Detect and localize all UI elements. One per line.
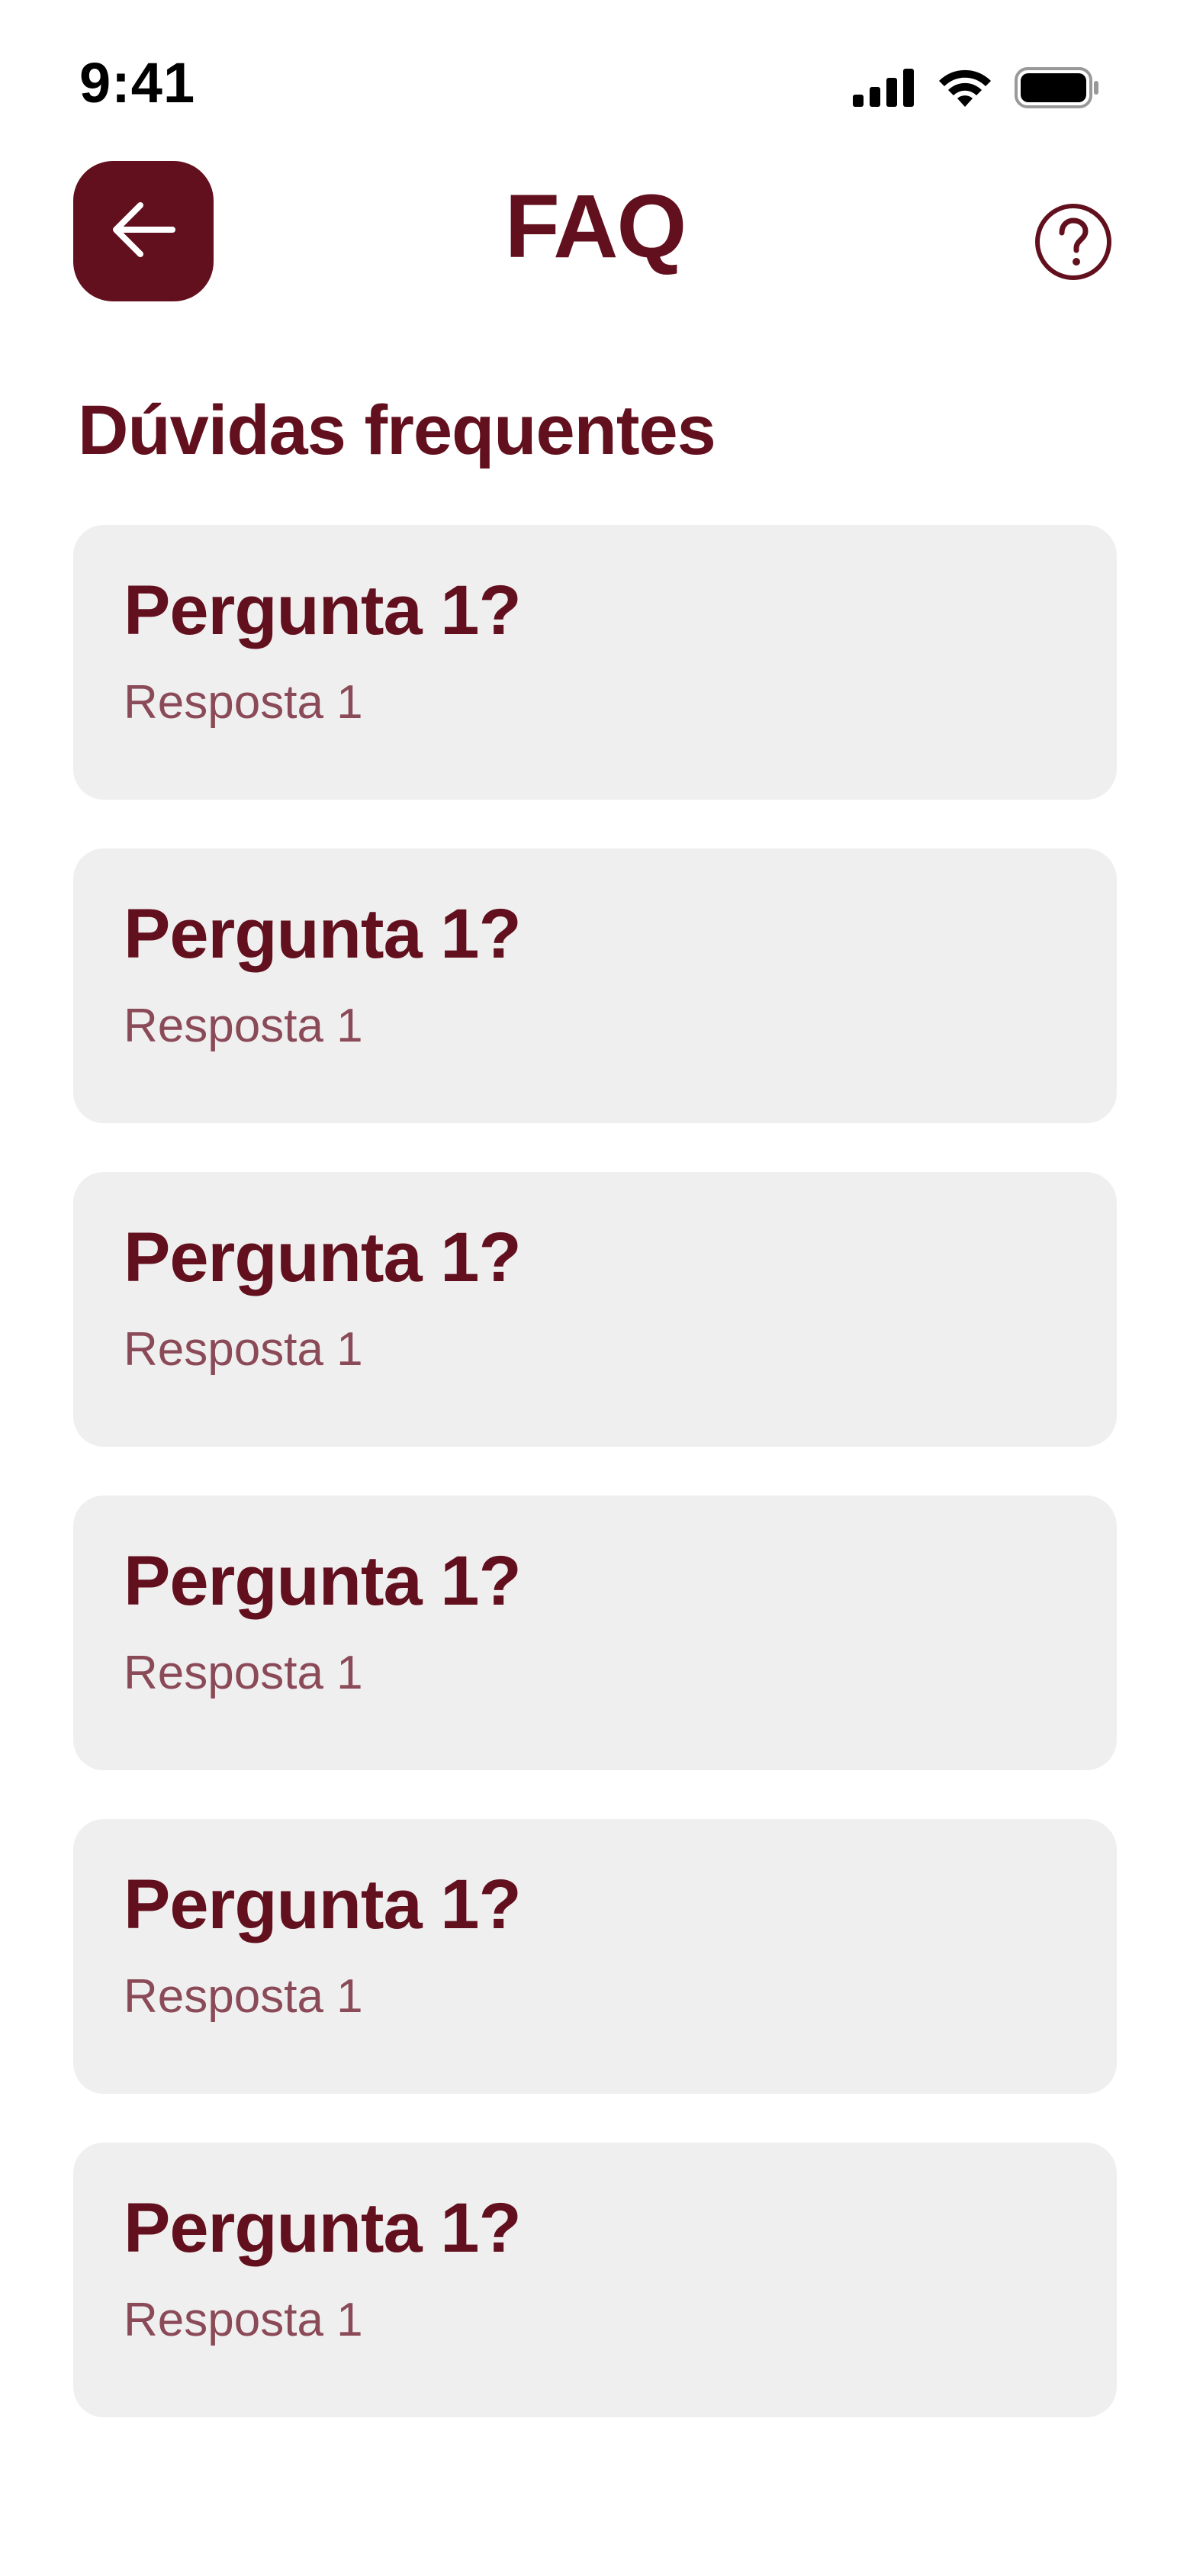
faq-screen: 9:41 FAQ Dúvidas frequentes Pergunta 1? … bbox=[0, 0, 1190, 2576]
faq-question: Pergunta 1? bbox=[124, 1219, 522, 1296]
faq-question: Pergunta 1? bbox=[124, 1866, 522, 1943]
faq-answer: Resposta 1 bbox=[124, 1970, 363, 2023]
wifi-icon bbox=[937, 67, 993, 112]
faq-item[interactable]: Pergunta 1? Resposta 1 bbox=[73, 2143, 1117, 2417]
faq-question: Pergunta 1? bbox=[124, 895, 522, 973]
faq-answer: Resposta 1 bbox=[124, 2294, 363, 2346]
faq-item[interactable]: Pergunta 1? Resposta 1 bbox=[73, 1172, 1117, 1447]
status-icons bbox=[853, 67, 1100, 112]
faq-item[interactable]: Pergunta 1? Resposta 1 bbox=[73, 848, 1117, 1123]
faq-question: Pergunta 1? bbox=[124, 1542, 522, 1620]
faq-answer: Resposta 1 bbox=[124, 1647, 363, 1699]
page-title: FAQ bbox=[504, 176, 687, 277]
status-time: 9:41 bbox=[79, 51, 196, 114]
faq-answer: Resposta 1 bbox=[124, 1000, 363, 1052]
faq-answer: Resposta 1 bbox=[124, 1323, 363, 1376]
battery-icon bbox=[1015, 67, 1100, 112]
faq-answer: Resposta 1 bbox=[124, 676, 363, 729]
faq-item[interactable]: Pergunta 1? Resposta 1 bbox=[73, 525, 1117, 800]
faq-question: Pergunta 1? bbox=[124, 572, 522, 649]
status-bar: 9:41 bbox=[0, 0, 1190, 168]
section-title: Dúvidas frequentes bbox=[78, 391, 716, 469]
faq-item[interactable]: Pergunta 1? Resposta 1 bbox=[73, 1819, 1117, 2094]
faq-item[interactable]: Pergunta 1? Resposta 1 bbox=[73, 1496, 1117, 1770]
faq-question: Pergunta 1? bbox=[124, 2189, 522, 2267]
question-circle-icon bbox=[1034, 202, 1113, 285]
help-button[interactable] bbox=[1033, 203, 1114, 284]
faq-list: Pergunta 1? Resposta 1 Pergunta 1? Respo… bbox=[73, 525, 1117, 2417]
cellular-signal-icon bbox=[853, 69, 915, 111]
